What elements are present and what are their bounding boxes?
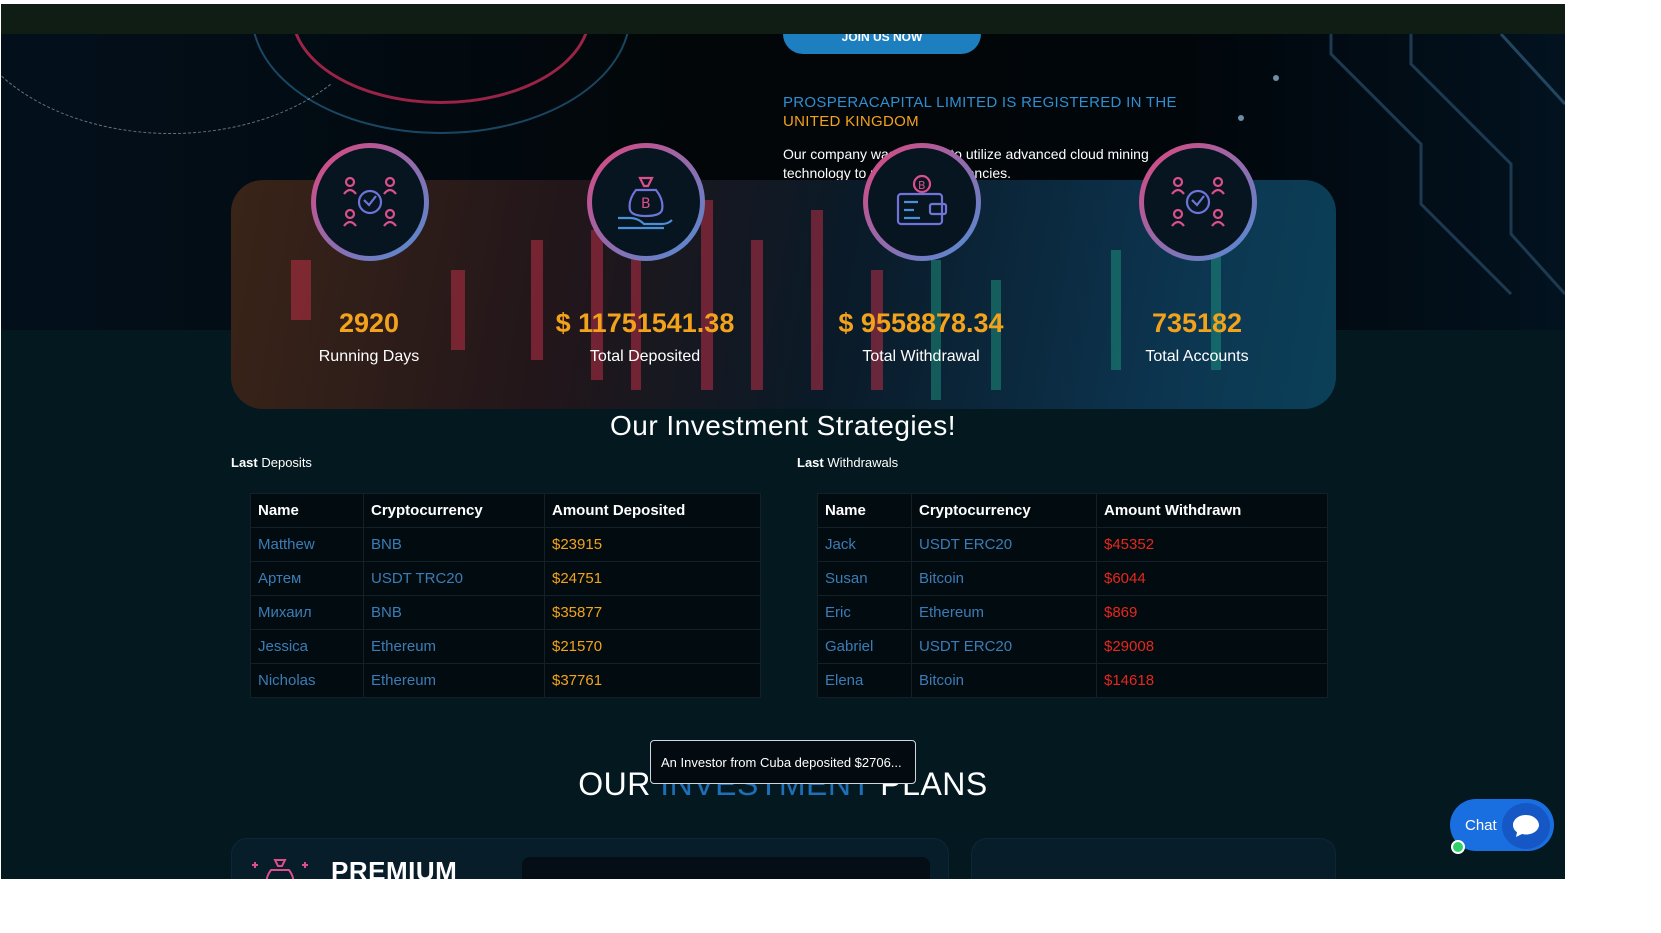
money-bag-icon xyxy=(252,859,308,879)
withdrawer-name: Elena xyxy=(817,663,912,698)
registration-notice: PROSPERACAPITAL LIMITED IS REGISTERED IN… xyxy=(783,93,1203,131)
chat-label: Chat xyxy=(1465,816,1497,834)
svg-text:B: B xyxy=(918,179,926,192)
table-row: Susan Bitcoin $6044 xyxy=(817,561,1328,596)
withdrawals-caption: Last Withdrawals xyxy=(797,455,899,470)
plan-name-premium: PREMIUM xyxy=(331,856,458,879)
withdrawer-name: Susan xyxy=(817,561,912,596)
deposit-amount: $35877 xyxy=(544,595,761,630)
table-row: Артем USDT TRC20 $24751 xyxy=(250,561,761,596)
crypto-name: USDT ERC20 xyxy=(911,527,1097,562)
column-header: Cryptocurrency xyxy=(911,493,1097,528)
stat-total-accounts-value: 735182 xyxy=(1151,308,1243,338)
crypto-name: USDT TRC20 xyxy=(363,561,545,596)
deposit-amount: $23915 xyxy=(544,527,761,562)
stat-total-withdrawal-label: Total Withdrawal xyxy=(862,348,980,365)
table-row: Gabriel USDT ERC20 $29008 xyxy=(817,629,1328,664)
network-people-icon xyxy=(343,176,397,227)
withdrawal-amount: $14618 xyxy=(1096,663,1328,698)
stat-total-deposited-label: Total Deposited xyxy=(589,348,701,365)
table-row: Eric Ethereum $869 xyxy=(817,595,1328,630)
plan-detail-box xyxy=(522,857,930,879)
column-header: Cryptocurrency xyxy=(363,493,545,528)
table-row: Михаил BNB $35877 xyxy=(250,595,761,630)
depositor-name: Михаил xyxy=(250,595,364,630)
crypto-name: BNB xyxy=(363,527,545,562)
table-row: Jessica Ethereum $21570 xyxy=(250,629,761,664)
table-row: Nicholas Ethereum $37761 xyxy=(250,663,761,698)
company-intro-line-1: Our company was created to utilize advan… xyxy=(783,146,1149,162)
stat-total-withdrawal-value: $ 9558878.34 xyxy=(838,308,1004,338)
crypto-name: Bitcoin xyxy=(911,561,1097,596)
column-header: Name xyxy=(817,493,912,528)
top-bar xyxy=(1,4,1565,34)
crypto-name: Ethereum xyxy=(363,663,545,698)
strategies-title: Our Investment Strategies! xyxy=(609,410,957,441)
table-header-row: Name Cryptocurrency Amount Withdrawn xyxy=(817,493,1328,528)
registration-line-2: UNITED KINGDOM xyxy=(783,113,919,130)
svg-text:B: B xyxy=(641,196,651,212)
stat-running-days-value: 2920 xyxy=(338,308,400,338)
table-header-row: Name Cryptocurrency Amount Deposited xyxy=(250,493,761,528)
withdrawal-amount: $6044 xyxy=(1096,561,1328,596)
table-row: Jack USDT ERC20 $45352 xyxy=(817,527,1328,562)
deposit-notification-toast: An Investor from Cuba deposited $2706... xyxy=(650,740,916,784)
withdrawer-name: Jack xyxy=(817,527,912,562)
table-row: Elena Bitcoin $14618 xyxy=(817,663,1328,698)
deposit-amount: $21570 xyxy=(544,629,761,664)
join-now-button[interactable]: JOIN US NOW xyxy=(783,34,981,54)
column-header: Name xyxy=(250,493,364,528)
network-people-icon xyxy=(1171,176,1225,227)
hero-dashed-arc xyxy=(1,34,381,134)
crypto-name: Ethereum xyxy=(911,595,1097,630)
crypto-name: Bitcoin xyxy=(911,663,1097,698)
withdrawals-table: Name Cryptocurrency Amount Withdrawn Jac… xyxy=(817,493,1328,698)
chat-bubble[interactable] xyxy=(1502,803,1550,849)
deposit-amount: $24751 xyxy=(544,561,761,596)
withdrawer-name: Gabriel xyxy=(817,629,912,664)
crypto-name: USDT ERC20 xyxy=(911,629,1097,664)
depositor-name: Matthew xyxy=(250,527,364,562)
depositor-name: Артем xyxy=(250,561,364,596)
stat-icon-circle: B xyxy=(587,143,705,261)
depositor-name: Jessica xyxy=(250,629,364,664)
plan-card-secondary[interactable] xyxy=(971,838,1336,879)
stat-total-accounts-label: Total Accounts xyxy=(1145,348,1249,365)
chat-bubble-icon xyxy=(1513,815,1539,837)
page-viewport: JOIN US NOW PROSPERACAPITAL LIMITED IS R… xyxy=(1,4,1565,879)
company-intro: Our company was created to utilize advan… xyxy=(783,145,1183,183)
table-row: Matthew BNB $23915 xyxy=(250,527,761,562)
column-header: Amount Deposited xyxy=(544,493,761,528)
online-status-dot xyxy=(1451,840,1465,854)
registration-line-1: PROSPERACAPITAL LIMITED IS REGISTERED IN… xyxy=(783,94,1177,111)
depositor-name: Nicholas xyxy=(250,663,364,698)
bitcoin-wallet-icon: B xyxy=(896,174,948,226)
crypto-name: Ethereum xyxy=(363,629,545,664)
column-header: Amount Withdrawn xyxy=(1096,493,1328,528)
deposit-amount: $37761 xyxy=(544,663,761,698)
withdrawer-name: Eric xyxy=(817,595,912,630)
stat-icon-circle: B xyxy=(863,143,981,261)
bitcoin-bag-hand-icon: B xyxy=(618,176,673,230)
deposits-table: Name Cryptocurrency Amount Deposited Mat… xyxy=(250,493,761,698)
crypto-name: BNB xyxy=(363,595,545,630)
stat-icon-circle xyxy=(311,143,429,261)
withdrawal-amount: $869 xyxy=(1096,595,1328,630)
candle-bar xyxy=(531,240,543,360)
withdrawal-amount: $29008 xyxy=(1096,629,1328,664)
withdrawal-amount: $45352 xyxy=(1096,527,1328,562)
stat-icon-circle xyxy=(1139,143,1257,261)
stat-total-deposited-value: $ 11751541.38 xyxy=(555,308,735,338)
stat-running-days-label: Running Days xyxy=(318,348,420,365)
deposits-caption: Last Deposits xyxy=(231,455,312,470)
